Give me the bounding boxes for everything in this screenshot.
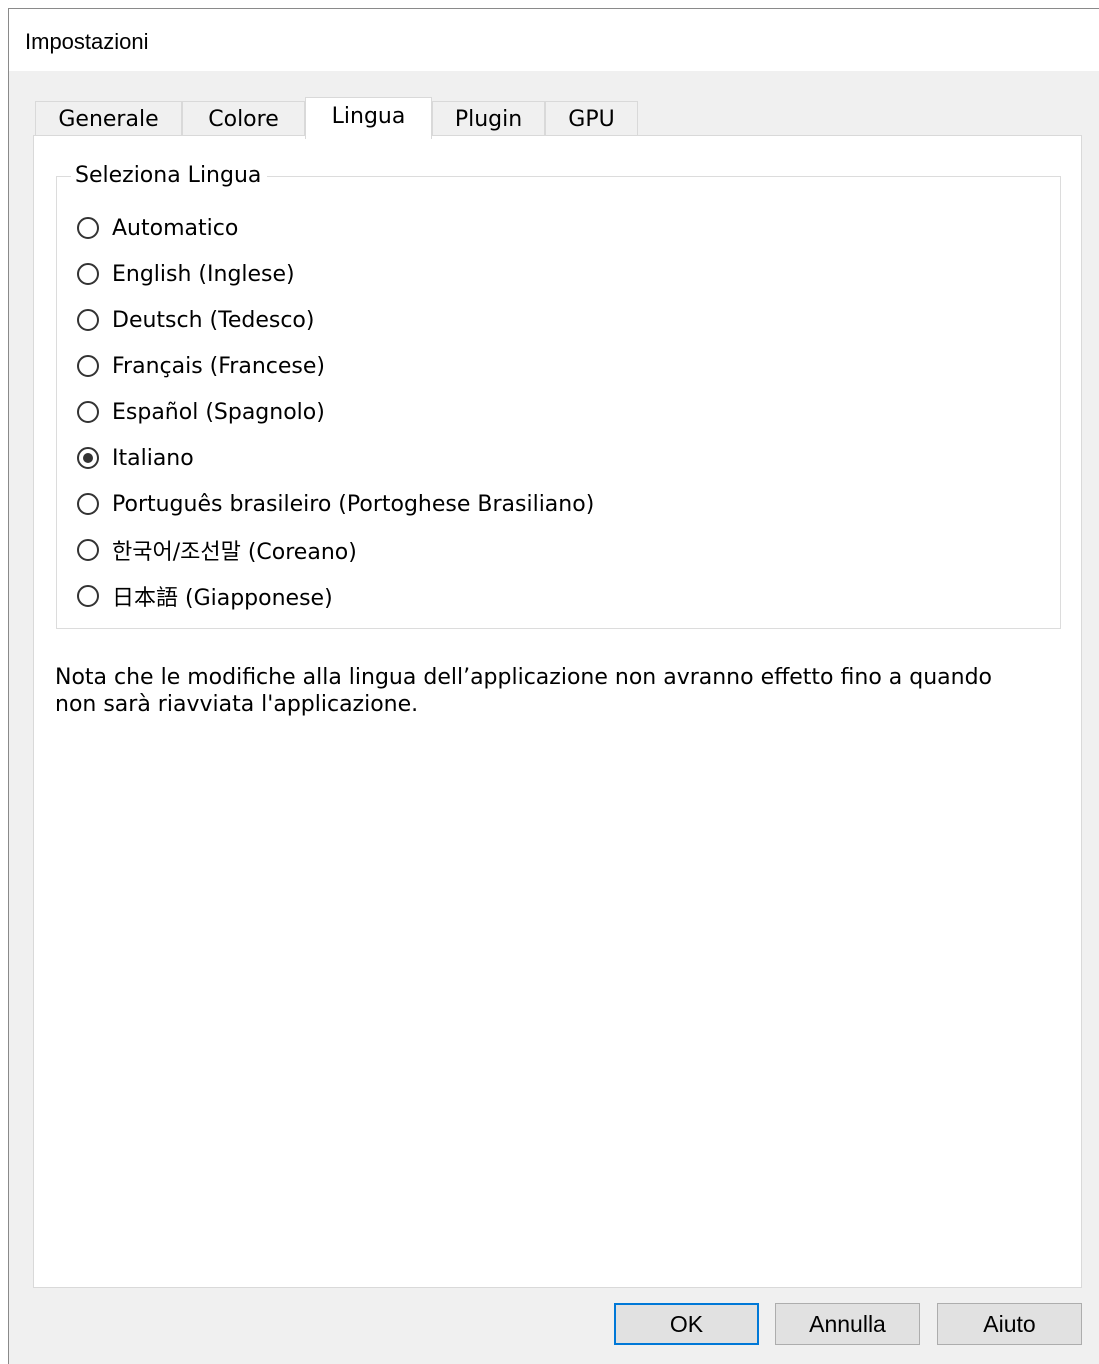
radio-option-automatico[interactable]: Automatico [77, 213, 238, 243]
radio-button[interactable] [77, 263, 99, 285]
tab-generale[interactable]: Generale [35, 101, 182, 137]
radio-label: Deutsch (Tedesco) [112, 307, 315, 333]
radio-option-english[interactable]: English (Inglese) [77, 259, 295, 289]
radio-label: Italiano [112, 445, 194, 471]
radio-button[interactable] [77, 309, 99, 331]
radio-option-francais[interactable]: Français (Francese) [77, 351, 325, 381]
note-line-1: Nota che le modifiche alla lingua dell’a… [55, 665, 992, 690]
radio-label: 日本語 (Giapponese) [112, 586, 333, 611]
language-groupbox: Seleziona Lingua Automatico English (Ing… [56, 163, 1061, 629]
radio-button[interactable] [77, 401, 99, 423]
radio-button[interactable] [77, 217, 99, 239]
tab-lingua[interactable]: Lingua [305, 97, 432, 139]
ok-button[interactable]: OK [614, 1303, 759, 1345]
radio-button-checked[interactable] [77, 447, 99, 469]
radio-option-giapponese[interactable]: 日本語 (Giapponese) [77, 581, 333, 611]
radio-option-espanol[interactable]: Español (Spagnolo) [77, 397, 325, 427]
radio-button[interactable] [77, 539, 99, 561]
title-bar: Impostazioni [9, 9, 1099, 71]
radio-button[interactable] [77, 585, 99, 607]
tab-panel-lingua: Seleziona Lingua Automatico English (Ing… [33, 135, 1082, 1288]
radio-button[interactable] [77, 355, 99, 377]
radio-label: 한국어/조선말 (Coreano) [112, 540, 357, 565]
radio-label: Automatico [112, 215, 239, 241]
radio-option-coreano[interactable]: 한국어/조선말 (Coreano) [77, 535, 357, 565]
tab-colore[interactable]: Colore [182, 101, 305, 137]
radio-option-deutsch[interactable]: Deutsch (Tedesco) [77, 305, 314, 335]
note-line-2: non sarà riavviata l'applicazione. [55, 692, 419, 717]
radio-label: Français (Francese) [112, 353, 325, 379]
groupbox-legend: Seleziona Lingua [71, 163, 268, 189]
radio-label: Español (Spagnolo) [112, 399, 325, 425]
help-button[interactable]: Aiuto [937, 1303, 1082, 1345]
restart-note: Nota che le modifiche alla lingua dell’a… [55, 664, 1055, 718]
radio-label: English (Inglese) [112, 261, 295, 287]
radio-option-portugues[interactable]: Português brasileiro (Portoghese Brasili… [77, 489, 594, 519]
tab-plugin[interactable]: Plugin [432, 101, 545, 137]
radio-option-italiano[interactable]: Italiano [77, 443, 194, 473]
dialog-title: Impostazioni [25, 29, 149, 54]
settings-dialog: Impostazioni Generale Colore Lingua Plug… [8, 8, 1099, 1364]
tab-gpu[interactable]: GPU [545, 101, 638, 137]
cancel-button[interactable]: Annulla [775, 1303, 920, 1345]
radio-label: Português brasileiro (Portoghese Brasili… [112, 491, 595, 517]
radio-button[interactable] [77, 493, 99, 515]
